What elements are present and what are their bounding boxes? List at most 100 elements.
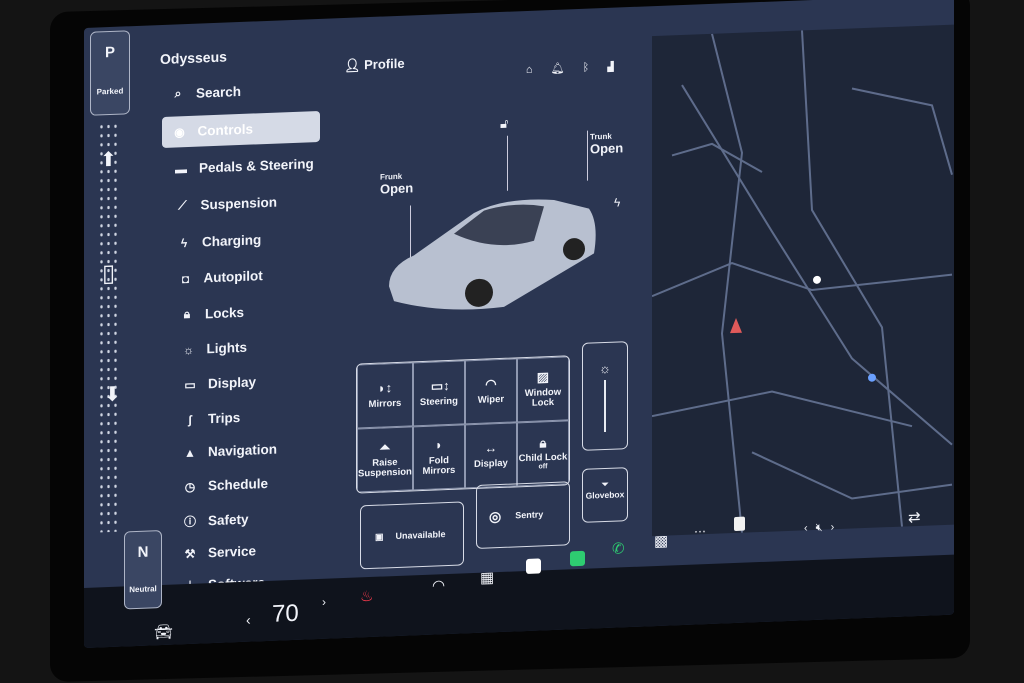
homelink-icon[interactable]: ⌂ xyxy=(526,63,551,76)
app-launcher-icon[interactable] xyxy=(526,558,541,575)
notepad-icon[interactable] xyxy=(734,516,745,532)
gear-letter: N xyxy=(137,543,149,561)
sidebar-item-label: Navigation xyxy=(208,441,278,460)
sentry-label: Sentry xyxy=(515,509,544,521)
lte-signal-icon: ▟ xyxy=(607,59,632,73)
gear-neutral[interactable]: N Neutral xyxy=(124,530,162,610)
sidebar-item-autopilot[interactable]: ◘ Autopilot xyxy=(178,268,263,286)
temp-up[interactable]: › xyxy=(322,595,326,609)
volume-next[interactable]: › xyxy=(831,521,843,533)
control-display[interactable]: ↔ Display xyxy=(464,422,517,489)
mute-icon[interactable]: 🔇︎ xyxy=(816,521,831,534)
volume-prev[interactable]: ‹ xyxy=(804,522,816,534)
phone-icon[interactable]: ✆ xyxy=(612,539,625,557)
sidebar-item-trips[interactable]: ʃ Trips xyxy=(182,410,240,427)
sidebar-item-display[interactable]: ▭ Display xyxy=(182,374,256,392)
sidebar-item-label: Autopilot xyxy=(203,268,263,286)
bluetooth-icon[interactable]: ᛒ xyxy=(583,61,608,74)
control-icon: ◗↕ xyxy=(377,380,393,396)
control-label: Mirrors xyxy=(368,397,402,410)
sidebar-item-schedule[interactable]: ◷ Schedule xyxy=(182,476,268,494)
control-label: Fold Mirrors xyxy=(422,454,456,477)
sentry-icon: ◎ xyxy=(489,507,502,524)
control-label: Window Lock xyxy=(524,386,562,409)
touchscreen: P Parked ⬆ ▯ ⬇ N Neutral Odysseus ⌕ Searc… xyxy=(84,0,954,649)
rear-defrost-icon[interactable]: ▦ xyxy=(480,568,494,587)
swap-icon[interactable]: ⇄ xyxy=(908,508,921,526)
gear-park[interactable]: P Parked xyxy=(90,30,130,116)
gear-label: Parked xyxy=(96,86,124,97)
control-child-lock[interactable]: 🔒︎ Child Lock off xyxy=(516,420,569,487)
control-label: Steering xyxy=(419,395,458,408)
arrow-up-icon: ⬆ xyxy=(100,148,117,172)
control-mirrors[interactable]: ◗↕ Mirrors xyxy=(357,362,413,429)
control-icon: ▭↕ xyxy=(430,378,450,394)
car-icon[interactable]: 🚘︎ xyxy=(154,623,173,642)
sidebar-item-suspension[interactable]: ⟋ Suspension xyxy=(175,195,277,214)
glovebox-label: Glovebox xyxy=(585,489,625,501)
sidebar-item-label: Locks xyxy=(205,304,245,322)
brightness-slider[interactable]: ☼ xyxy=(582,341,628,451)
suspension-icon: ⟋ xyxy=(178,198,187,213)
photos-icon[interactable]: ▩ xyxy=(654,532,668,551)
gear-label: Neutral xyxy=(129,584,157,595)
sidebar-item-service[interactable]: ⚒ Service xyxy=(182,543,256,561)
sidebar-item-locks[interactable]: 🔒︎ Locks xyxy=(179,305,244,322)
map-view[interactable] xyxy=(651,24,954,537)
control-steering[interactable]: ▭↕ Steering xyxy=(412,360,465,427)
volume-control[interactable]: ‹🔇︎› xyxy=(804,521,842,535)
control-icon: ↔ xyxy=(484,440,498,456)
sidebar-item-label: Display xyxy=(208,374,257,392)
sidebar-item-label: Trips xyxy=(208,409,241,427)
control-icon: ◠ xyxy=(485,376,497,392)
dashcam-button[interactable]: ▣ Unavailable xyxy=(360,501,464,570)
seat-heater-icon[interactable]: ♨ xyxy=(360,587,373,606)
sidebar-item-controls[interactable]: ◉ Controls xyxy=(172,121,254,140)
display-icon: ▭ xyxy=(184,377,196,392)
arrow-down-icon: ⬇ xyxy=(104,383,121,407)
car-icon: ▬ xyxy=(175,161,187,177)
profile-button[interactable]: 👤︎ Profile xyxy=(344,56,405,74)
control-raise-suspension[interactable]: ⏶ Raise Suspension xyxy=(357,426,413,493)
control-wiper[interactable]: ◠ Wiper xyxy=(464,358,517,425)
sidebar-item-pedals-steering[interactable]: ▬ Pedals & Steering xyxy=(173,156,314,176)
charge-port-icon[interactable]: ϟ xyxy=(614,195,620,209)
sidebar-item-navigation[interactable]: ▲ Navigation xyxy=(182,442,277,461)
bell-icon[interactable]: 🔔︎ xyxy=(551,62,583,75)
profile-label: Profile xyxy=(364,55,405,73)
control-icon: ▨ xyxy=(536,369,550,385)
vehicle-name: Odysseus xyxy=(160,48,227,68)
sidebar-item-label: Pedals & Steering xyxy=(199,156,314,176)
autopilot-icon: ◘ xyxy=(181,271,190,286)
sidebar-item-label: Controls xyxy=(197,121,254,139)
control-window-lock[interactable]: ▨ Window Lock xyxy=(516,356,569,423)
speed-value: 70 xyxy=(272,599,299,628)
unlock-icon[interactable]: 🔓︎ xyxy=(500,116,508,132)
control-sub: off xyxy=(538,463,548,471)
glovebox-button[interactable]: ⏷ Glovebox xyxy=(582,467,628,523)
clock-icon: ◷ xyxy=(184,479,196,494)
sidebar-item-charging[interactable]: ϟ Charging xyxy=(176,232,261,250)
car-top-icon: ▯ xyxy=(102,259,116,288)
sentry-button[interactable]: ◎ Sentry xyxy=(476,481,570,549)
front-defrost-icon[interactable]: ◠ xyxy=(432,576,445,595)
search-icon: ⌕ xyxy=(174,86,182,101)
sidebar-item-label: Schedule xyxy=(208,475,269,494)
sidebar-item-label: Search xyxy=(196,83,242,101)
sidebar-item-safety[interactable]: ⓘ Safety xyxy=(182,511,249,531)
energy-app-icon[interactable] xyxy=(570,550,585,567)
control-fold-mirrors[interactable]: ◗ Fold Mirrors xyxy=(412,424,465,491)
sidebar-item-search[interactable]: ⌕ Search xyxy=(170,84,241,102)
controls-grid: ◗↕ Mirrors ▭↕ Steering ◠ Wiper ▨ Window Lock ⏶ Ra… xyxy=(356,355,570,494)
temp-down[interactable]: ‹ xyxy=(246,612,251,628)
sidebar-item-label: Charging xyxy=(202,232,262,250)
control-icon: ⏶ xyxy=(379,439,391,455)
safety-icon: ⓘ xyxy=(183,514,196,530)
map-marker-icon xyxy=(730,317,742,334)
control-icon: 🔒︎ xyxy=(539,434,547,451)
gear-drag-track[interactable] xyxy=(98,121,120,533)
map-roads xyxy=(651,30,953,533)
trunk-button[interactable]: Trunk Open xyxy=(590,131,623,157)
more-icon[interactable]: ⋯ xyxy=(694,524,706,538)
sidebar-item-lights[interactable]: ☼ Lights xyxy=(181,340,247,358)
